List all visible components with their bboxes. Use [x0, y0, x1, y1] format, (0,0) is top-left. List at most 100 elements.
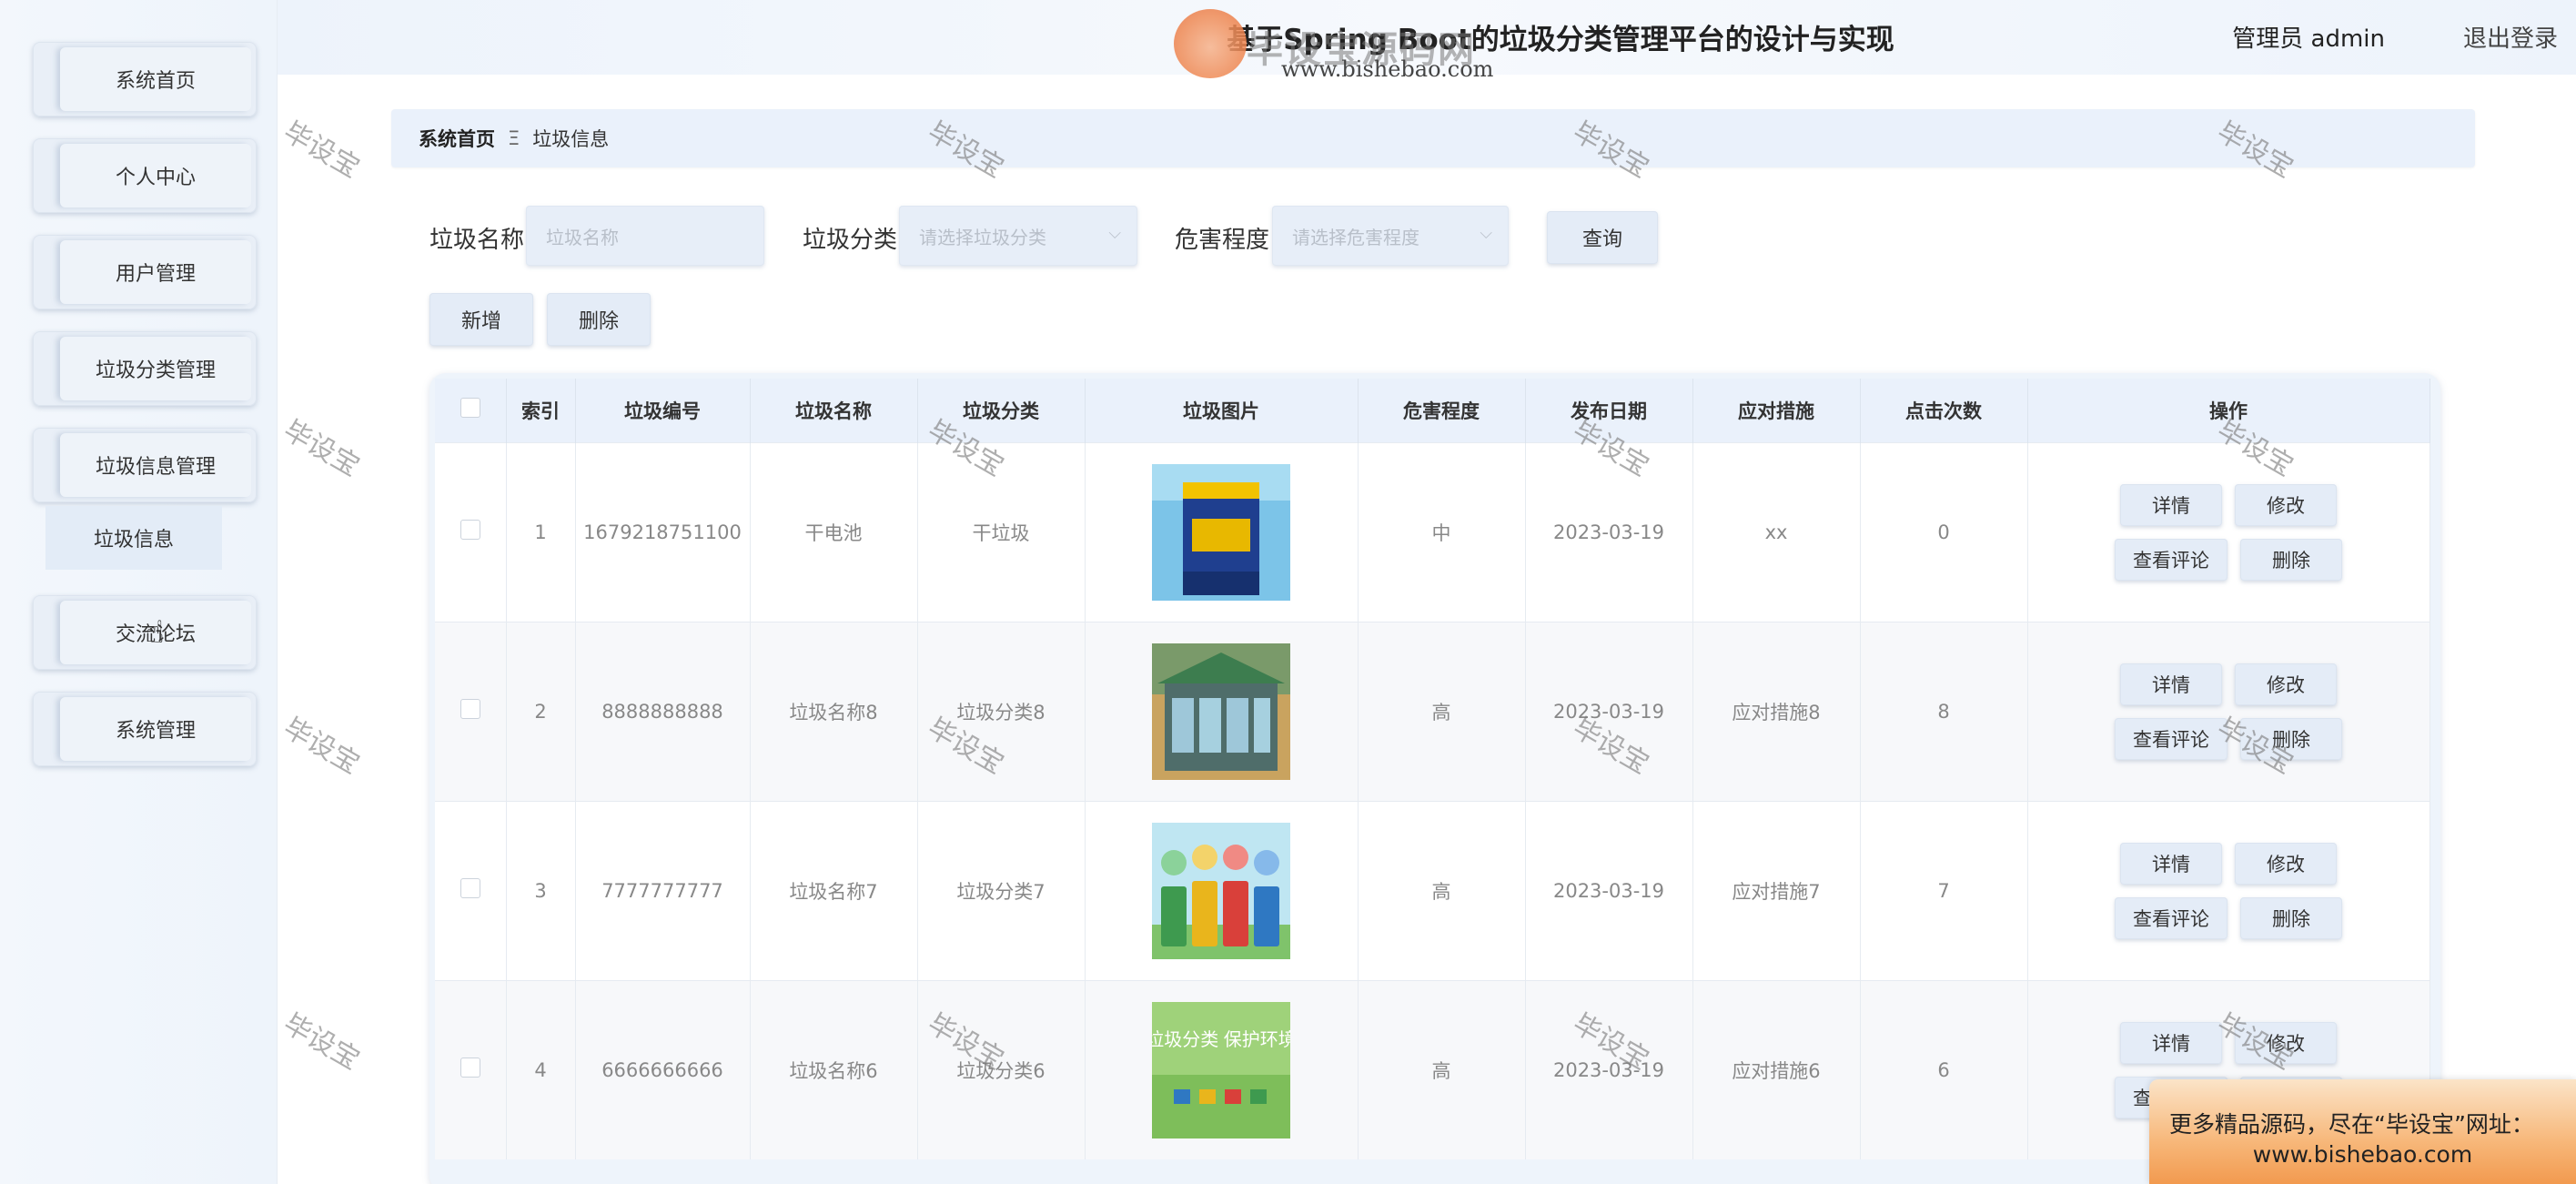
level-select[interactable]: 请选择危害程度 ⌵: [1272, 206, 1509, 266]
logout-link[interactable]: 退出登录: [2463, 20, 2558, 54]
cell-index: 4: [506, 979, 576, 1159]
delete-button[interactable]: 删除: [2240, 538, 2342, 581]
recycle-bins-image[interactable]: [1152, 822, 1290, 959]
cell-date: 2023-03-19: [1525, 800, 1693, 980]
row-checkbox[interactable]: [460, 520, 480, 540]
detail-button[interactable]: 详情: [2120, 663, 2222, 705]
column-header: 垃圾图片: [1085, 379, 1359, 442]
table-row: 3 7777777777 垃圾名称7 垃圾分类7 高 2023-03-19 应对…: [435, 800, 2430, 980]
cell-code: 6666666666: [575, 979, 751, 1159]
sidebar-item-garbage-info-management[interactable]: 垃圾信息管理: [33, 428, 257, 502]
cell-measure: 应对措施7: [1692, 800, 1861, 980]
site-logo-url: www.bishebao.com: [1281, 56, 1494, 82]
row-checkbox[interactable]: [460, 878, 480, 898]
delete-button[interactable]: 删除: [2240, 717, 2342, 760]
breadcrumb-current: 垃圾信息: [532, 128, 610, 150]
edit-button[interactable]: 修改: [2235, 842, 2337, 885]
table-row: 4 6666666666 垃圾名称6 垃圾分类6 垃圾分类 保护环境 高 202…: [435, 979, 2430, 1159]
detail-button[interactable]: 详情: [2120, 1021, 2222, 1064]
row-checkbox[interactable]: [460, 699, 480, 719]
sorting-poster-image[interactable]: 垃圾分类 保护环境: [1152, 1001, 1290, 1138]
cell-clicks: 0: [1860, 441, 2028, 622]
poster-text: 垃圾分类 保护环境: [1152, 1029, 1290, 1050]
cell-level: 高: [1358, 979, 1526, 1159]
row-select-cell: [435, 979, 507, 1159]
name-search-input[interactable]: 垃圾名称: [526, 206, 764, 266]
cell-actions: 详情 修改 查看评论 删除: [2027, 621, 2430, 801]
sidebar-item-label: 系统首页: [60, 47, 251, 111]
promo-line-1: 更多精品源码，尽在“毕设宝”网址：: [2169, 1111, 2534, 1138]
name-search-placeholder: 垃圾名称: [546, 226, 619, 248]
sidebar-item-label: 用户管理: [60, 240, 251, 304]
cell-image: [1085, 800, 1359, 980]
sidebar-item-forum[interactable]: 交流论坛: [33, 595, 257, 670]
add-button[interactable]: 新增: [429, 293, 533, 346]
select-all-cell: [435, 379, 507, 442]
cell-level: 中: [1358, 441, 1526, 622]
breadcrumb-separator: Ξ: [508, 127, 520, 149]
name-search-label: 垃圾名称: [429, 227, 525, 254]
view-comments-button[interactable]: 查看评论: [2115, 538, 2227, 581]
chevron-down-icon: ⌵: [1108, 224, 1121, 243]
watermark: 毕设宝: [278, 414, 365, 483]
sidebar-item-personal-center[interactable]: 个人中心: [33, 138, 257, 213]
current-user-label: 管理员 admin: [2232, 25, 2385, 53]
battery-image[interactable]: [1152, 463, 1290, 601]
cell-index: 3: [506, 800, 576, 980]
cell-name: 垃圾名称6: [750, 979, 918, 1159]
column-header: 危害程度: [1358, 379, 1526, 442]
edit-button[interactable]: 修改: [2235, 663, 2337, 705]
edit-button[interactable]: 修改: [2235, 1021, 2337, 1064]
cell-clicks: 8: [1860, 621, 2028, 801]
row-select-cell: [435, 800, 507, 980]
delete-button[interactable]: 删除: [2240, 896, 2342, 939]
kiosk-image[interactable]: [1152, 643, 1290, 780]
cell-clicks: 7: [1860, 800, 2028, 980]
view-comments-button[interactable]: 查看评论: [2115, 717, 2227, 760]
watermark: 毕设宝: [278, 116, 365, 185]
category-select-placeholder: 请选择垃圾分类: [919, 226, 1046, 248]
sidebar-item-category-management[interactable]: 垃圾分类管理: [33, 331, 257, 406]
row-checkbox[interactable]: [460, 1058, 480, 1078]
column-header: 点击次数: [1860, 379, 2028, 442]
cell-index: 2: [506, 621, 576, 801]
detail-button[interactable]: 详情: [2120, 842, 2222, 885]
sidebar-item-label: 系统管理: [60, 697, 251, 761]
cell-index: 1: [506, 441, 576, 622]
sidebar-item-system-management[interactable]: 系统管理: [33, 692, 257, 766]
category-select-label: 垃圾分类: [803, 227, 898, 254]
cell-date: 2023-03-19: [1525, 621, 1693, 801]
cell-date: 2023-03-19: [1525, 979, 1693, 1159]
sidebar-item-home[interactable]: 系统首页: [33, 42, 257, 116]
cell-level: 高: [1358, 621, 1526, 801]
sidebar-subitem-garbage-info[interactable]: 垃圾信息: [45, 506, 222, 570]
detail-button[interactable]: 详情: [2120, 483, 2222, 526]
batch-delete-button[interactable]: 删除: [547, 293, 651, 346]
watermark: 毕设宝: [278, 1007, 365, 1077]
cell-actions: 详情 修改 查看评论 删除: [2027, 441, 2430, 622]
cell-level: 高: [1358, 800, 1526, 980]
level-select-label: 危害程度: [1175, 227, 1270, 254]
cell-category: 垃圾分类7: [917, 800, 1086, 980]
cell-name: 垃圾名称7: [750, 800, 918, 980]
site-logo-icon: [1174, 9, 1247, 78]
view-comments-button[interactable]: 查看评论: [2115, 896, 2227, 939]
cell-clicks: 6: [1860, 979, 2028, 1159]
category-select[interactable]: 请选择垃圾分类 ⌵: [899, 206, 1137, 266]
cell-actions: 详情 修改 查看评论 删除: [2027, 800, 2430, 980]
promo-line-2: www.bishebao.com: [2252, 1141, 2473, 1168]
promo-banner[interactable]: 更多精品源码，尽在“毕设宝”网址： www.bishebao.com: [2149, 1079, 2576, 1184]
watermark: 毕设宝: [278, 712, 365, 781]
select-all-checkbox[interactable]: [460, 398, 480, 419]
data-table: 索引 垃圾编号 垃圾名称 垃圾分类 垃圾图片 危害程度 发布日期 应对措施 点击…: [429, 373, 2440, 1184]
level-select-placeholder: 请选择危害程度: [1292, 226, 1419, 248]
column-header: 发布日期: [1525, 379, 1693, 442]
column-header: 垃圾分类: [917, 379, 1086, 442]
edit-button[interactable]: 修改: [2235, 483, 2337, 526]
cell-date: 2023-03-19: [1525, 441, 1693, 622]
query-button[interactable]: 查询: [1547, 211, 1658, 264]
column-header: 索引: [506, 379, 576, 442]
breadcrumb-home[interactable]: 系统首页: [419, 125, 495, 152]
sidebar-item-user-management[interactable]: 用户管理: [33, 235, 257, 309]
hand-cursor-icon: ☝: [146, 614, 165, 651]
